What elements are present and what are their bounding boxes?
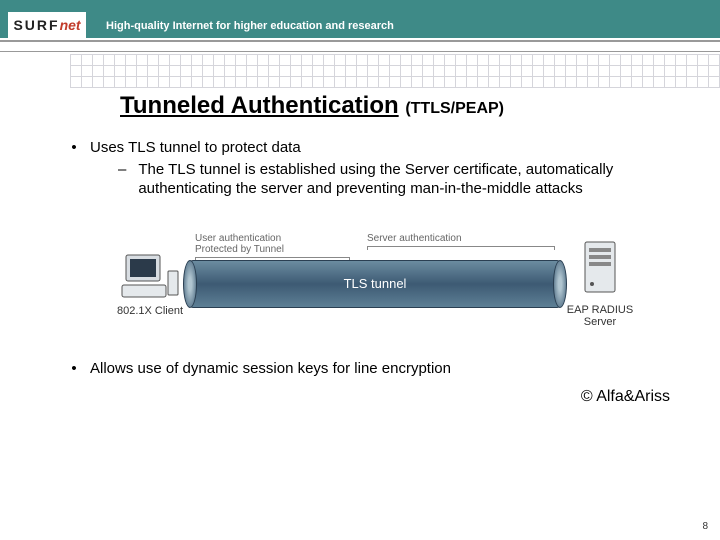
page-number: 8 xyxy=(702,521,708,532)
logo-text-highlight: net xyxy=(60,17,81,33)
bullet-1-text: Uses TLS tunnel to protect data xyxy=(90,139,301,156)
slide-title: Tunneled Authentication (TTLS/PEAP) xyxy=(120,92,680,120)
bullet-list: • Uses TLS tunnel to protect data – The … xyxy=(70,138,680,199)
bullet-2: • Allows use of dynamic session keys for… xyxy=(70,359,680,379)
header-bar: SURFnet High-quality Internet for higher… xyxy=(0,0,720,38)
copyright-text: © Alfa&Ariss xyxy=(70,388,670,406)
client-label: 802.1X Client xyxy=(115,305,185,317)
server-icon: EAP RADIUS Server xyxy=(565,240,635,328)
bullet-1-sub: – The TLS tunnel is established using th… xyxy=(118,160,680,199)
bullet-dot-icon: • xyxy=(70,138,78,199)
user-auth-annotation: User authentication Protected by Tunnel xyxy=(195,233,350,261)
user-auth-line1: User authentication xyxy=(195,233,350,244)
bullet-1: • Uses TLS tunnel to protect data – The … xyxy=(70,138,680,199)
server-auth-annotation: Server authentication xyxy=(367,233,555,250)
client-icon: 802.1X Client xyxy=(115,251,185,317)
user-auth-line2: Protected by Tunnel xyxy=(195,244,350,255)
header-tagline: High-quality Internet for higher educati… xyxy=(86,20,394,38)
subheader-rule xyxy=(0,38,720,52)
surfnet-logo: SURFnet xyxy=(8,10,86,38)
bullet-1-sub-text: The TLS tunnel is established using the … xyxy=(138,160,680,199)
title-sub: (TTLS/PEAP) xyxy=(405,100,504,117)
grid-pattern xyxy=(0,54,720,88)
tunnel-label: TLS tunnel xyxy=(344,276,407,291)
server-label: EAP RADIUS Server xyxy=(565,304,635,328)
title-main: Tunneled Authentication xyxy=(120,92,399,119)
slide-content: Tunneled Authentication (TTLS/PEAP) • Us… xyxy=(0,88,720,406)
tls-tunnel: TLS tunnel xyxy=(189,260,561,308)
dash-icon: – xyxy=(118,160,126,199)
server-auth-text: Server authentication xyxy=(367,233,555,244)
logo-text-main: SURF xyxy=(13,17,59,33)
bullet-2-text: Allows use of dynamic session keys for l… xyxy=(90,359,680,379)
bullet-list-2: • Allows use of dynamic session keys for… xyxy=(70,359,680,379)
bullet-dot-icon: • xyxy=(70,359,78,379)
tls-tunnel-diagram: User authentication Protected by Tunnel … xyxy=(115,239,635,329)
